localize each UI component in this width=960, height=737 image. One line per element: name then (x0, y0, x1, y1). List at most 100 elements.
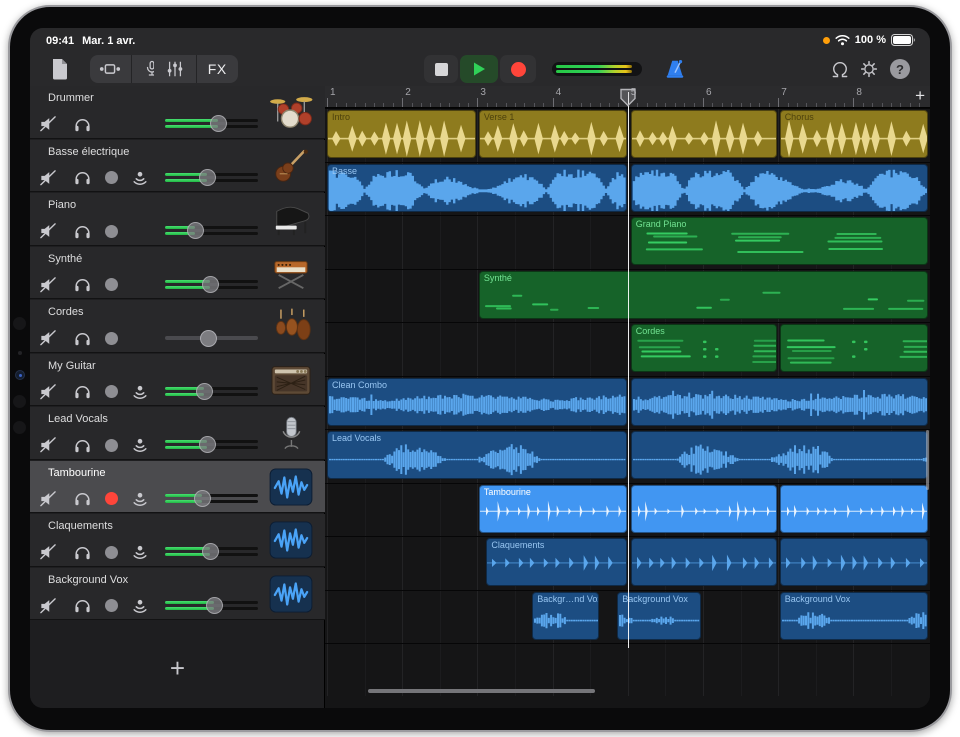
volume-slider[interactable] (165, 278, 258, 292)
tracks-view-button[interactable] (90, 55, 131, 83)
mute-button[interactable] (36, 326, 60, 350)
region[interactable] (780, 538, 928, 586)
record-enable-button[interactable] (99, 540, 123, 564)
solo-headphones-button[interactable] (70, 433, 94, 457)
volume-slider[interactable] (165, 171, 258, 185)
region[interactable] (631, 431, 928, 479)
record-enable-button[interactable] (99, 326, 123, 350)
input-monitor-button[interactable] (128, 166, 152, 190)
region[interactable] (631, 164, 928, 212)
record-button[interactable] (500, 55, 536, 83)
mute-button[interactable] (36, 273, 60, 297)
input-monitor-button[interactable] (128, 433, 152, 457)
solo-headphones-button[interactable] (70, 219, 94, 243)
solo-headphones-button[interactable] (70, 594, 94, 618)
metronome-button[interactable] (662, 56, 688, 82)
region[interactable]: Lead Vocals (327, 431, 627, 479)
solo-headphones-button[interactable] (70, 326, 94, 350)
volume-knob[interactable] (196, 383, 213, 400)
region[interactable]: Claquements (486, 538, 627, 586)
region[interactable] (780, 485, 928, 533)
mute-button[interactable] (36, 112, 60, 136)
mute-button[interactable] (36, 487, 60, 511)
solo-headphones-button[interactable] (70, 112, 94, 136)
instrument-thumbnail[interactable] (268, 573, 314, 615)
mute-button[interactable] (36, 219, 60, 243)
play-button[interactable] (460, 55, 498, 83)
instrument-thumbnail[interactable] (268, 359, 314, 401)
input-monitor-button[interactable] (128, 487, 152, 511)
region[interactable]: Clean Combo (327, 378, 627, 426)
record-enable-button[interactable] (99, 166, 123, 190)
solo-headphones-button[interactable] (70, 540, 94, 564)
volume-knob[interactable] (199, 169, 216, 186)
instrument-thumbnail[interactable] (268, 91, 314, 133)
ruler-add-button[interactable]: + (915, 86, 925, 106)
input-monitor-button[interactable] (128, 380, 152, 404)
region[interactable]: Tambourine (479, 485, 627, 533)
mute-button[interactable] (36, 166, 60, 190)
volume-slider[interactable] (165, 492, 258, 506)
record-enable-button[interactable] (99, 487, 123, 511)
volume-knob[interactable] (202, 276, 219, 293)
volume-knob[interactable] (210, 115, 227, 132)
region[interactable] (631, 538, 777, 586)
region[interactable]: Background Vox (780, 592, 928, 640)
horizontal-scrollbar[interactable] (368, 689, 595, 693)
instrument-thumbnail[interactable] (268, 519, 314, 561)
instrument-thumbnail[interactable] (268, 305, 314, 347)
stop-button[interactable] (424, 55, 458, 83)
record-enable-button[interactable] (99, 433, 123, 457)
loop-browser-button[interactable] (827, 56, 853, 82)
track-header-row[interactable]: My Guitar (30, 354, 325, 407)
volume-slider[interactable] (165, 117, 258, 131)
region[interactable] (780, 324, 928, 372)
track-header-row[interactable]: Lead Vocals (30, 407, 325, 460)
document-browser-button[interactable] (48, 57, 72, 81)
region[interactable] (631, 485, 777, 533)
volume-slider[interactable] (165, 545, 258, 559)
instrument-thumbnail[interactable] (268, 412, 314, 454)
region[interactable]: Background Vox (617, 592, 701, 640)
playhead[interactable] (628, 92, 629, 648)
region[interactable]: Backgr…nd Vox (532, 592, 599, 640)
mute-button[interactable] (36, 380, 60, 404)
region[interactable]: Intro (327, 110, 476, 158)
tracks-timeline[interactable]: 12345678+IntroVerse 1ChorusBasseGrand Pi… (325, 86, 930, 708)
instrument-thumbnail[interactable] (268, 466, 314, 508)
region[interactable]: Verse 1 (479, 110, 627, 158)
volume-knob[interactable] (200, 330, 217, 347)
region[interactable] (631, 110, 777, 158)
region[interactable] (631, 378, 928, 426)
volume-slider[interactable] (165, 224, 258, 238)
track-header-row[interactable]: Synthé (30, 247, 325, 300)
settings-button[interactable] (856, 56, 882, 82)
track-header-row[interactable]: Basse électrique (30, 140, 325, 193)
volume-slider[interactable] (165, 331, 258, 345)
instrument-thumbnail[interactable] (268, 198, 314, 240)
volume-knob[interactable] (202, 543, 219, 560)
solo-headphones-button[interactable] (70, 166, 94, 190)
solo-headphones-button[interactable] (70, 273, 94, 297)
record-enable-button[interactable] (99, 219, 123, 243)
track-header-row[interactable]: Piano (30, 193, 325, 246)
track-header-row[interactable]: Tambourine (30, 461, 325, 514)
region[interactable]: Grand Piano (631, 217, 928, 265)
region[interactable]: Basse (327, 164, 627, 212)
region[interactable]: Chorus (780, 110, 928, 158)
track-header-row[interactable]: Cordes (30, 300, 325, 353)
region[interactable]: Synthé (479, 271, 928, 319)
instrument-thumbnail[interactable] (268, 145, 314, 187)
solo-headphones-button[interactable] (70, 380, 94, 404)
add-track-button[interactable]: + (30, 653, 325, 684)
mute-button[interactable] (36, 433, 60, 457)
volume-slider[interactable] (165, 438, 258, 452)
playhead-handle[interactable] (619, 88, 637, 107)
record-enable-button[interactable] (99, 594, 123, 618)
record-enable-button[interactable] (99, 380, 123, 404)
volume-slider[interactable] (165, 385, 258, 399)
mixer-button[interactable] (154, 55, 196, 83)
vertical-scrollbar[interactable] (926, 430, 929, 490)
volume-slider[interactable] (165, 599, 258, 613)
mute-button[interactable] (36, 540, 60, 564)
